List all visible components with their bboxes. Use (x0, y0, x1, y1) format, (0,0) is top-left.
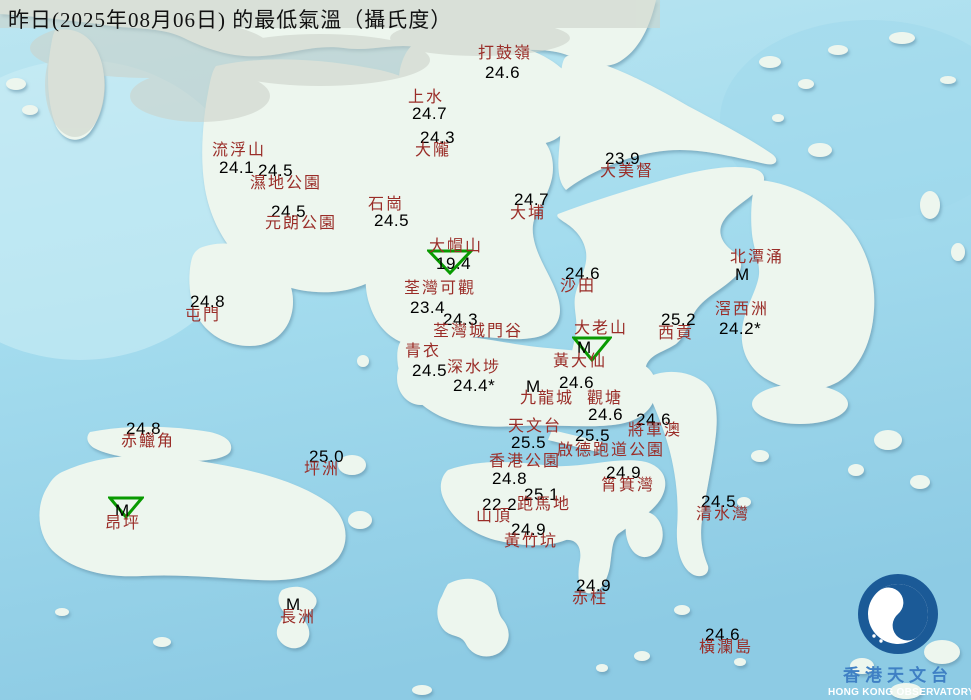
station-name: 上水 (408, 90, 444, 106)
station-name: 沙田 (560, 279, 596, 295)
station-name: 昂坪 (105, 516, 141, 532)
station-name: 山頂 (476, 509, 512, 525)
station-name: 流浮山 (212, 143, 266, 159)
station-name: 荃灣可觀 (404, 281, 476, 297)
station-name: 長洲 (280, 610, 316, 626)
station-name: 大埔 (510, 206, 546, 222)
station-value: 24.8 (492, 470, 527, 487)
station-value: 24.1 (219, 159, 254, 176)
station-name: 青衣 (405, 344, 441, 360)
station-value: 25.5 (511, 434, 546, 451)
station-value: 24.4* (453, 377, 495, 394)
station-value: 19.4 (436, 255, 471, 272)
station-name: 天文台 (508, 419, 562, 435)
station-name: 香港公園 (489, 454, 561, 470)
station-name: 橫瀾島 (699, 640, 753, 656)
station-name: 荃灣城門谷 (433, 324, 523, 340)
station-name: 石崗 (368, 197, 404, 213)
station-name: 大隴 (415, 143, 451, 159)
station-name: 濕地公園 (250, 176, 322, 192)
hko-logo: 香港天文台 HONG KONG OBSERVATORY (828, 572, 968, 700)
station-name: 觀塘 (587, 391, 623, 407)
station-name: 坪洲 (304, 462, 340, 478)
station-value: 24.6 (588, 406, 623, 423)
station-value: 24.7 (412, 105, 447, 122)
station-value: 24.6 (485, 64, 520, 81)
station-name: 屯門 (185, 308, 221, 324)
station-name: 筲箕灣 (601, 478, 655, 494)
station-value: 24.6 (559, 374, 594, 391)
hong-kong-map (0, 0, 971, 700)
station-value: 24.5 (374, 212, 409, 229)
station-value: 24.2* (719, 320, 761, 337)
station-name: 西貢 (658, 326, 694, 342)
station-name: 大老山 (574, 321, 628, 337)
station-name: 大帽山 (429, 239, 483, 255)
hko-logo-chinese-name: 香港天文台 (828, 661, 968, 686)
station-value: M (735, 266, 750, 283)
min-temp-map-screen: 昨日(2025年08月06日) 的最低氣溫（攝氏度） 24.6 打鼓嶺 24.7上水… (0, 0, 971, 700)
station-name: 大美督 (600, 164, 654, 180)
station-name: 滘西洲 (715, 302, 769, 318)
station-name: 啟德跑道公園 (557, 443, 665, 459)
station-name: 深水埗 (447, 360, 501, 376)
station-name: 北潭涌 (730, 250, 784, 266)
station-name: 九龍城 (520, 391, 574, 407)
station-value: 23.4 (410, 299, 445, 316)
station-name: 跑馬地 (517, 497, 571, 513)
hko-logo-icon (856, 572, 940, 656)
station-name: 赤柱 (572, 591, 608, 607)
station-name: 黃竹坑 (504, 534, 558, 550)
station-name: 將軍澳 (628, 423, 682, 439)
station-name: 元朗公園 (265, 216, 337, 232)
hko-logo-english-name: HONG KONG OBSERVATORY (828, 687, 968, 700)
page-title: 昨日(2025年08月06日) 的最低氣溫（攝氏度） (8, 4, 452, 34)
station-name: 清水灣 (696, 507, 750, 523)
station-name: 赤鱲角 (121, 434, 175, 450)
station-name: 黃大仙 (553, 354, 607, 370)
station-value: 24.5 (412, 362, 447, 379)
station-name: 打鼓嶺 (478, 46, 532, 62)
